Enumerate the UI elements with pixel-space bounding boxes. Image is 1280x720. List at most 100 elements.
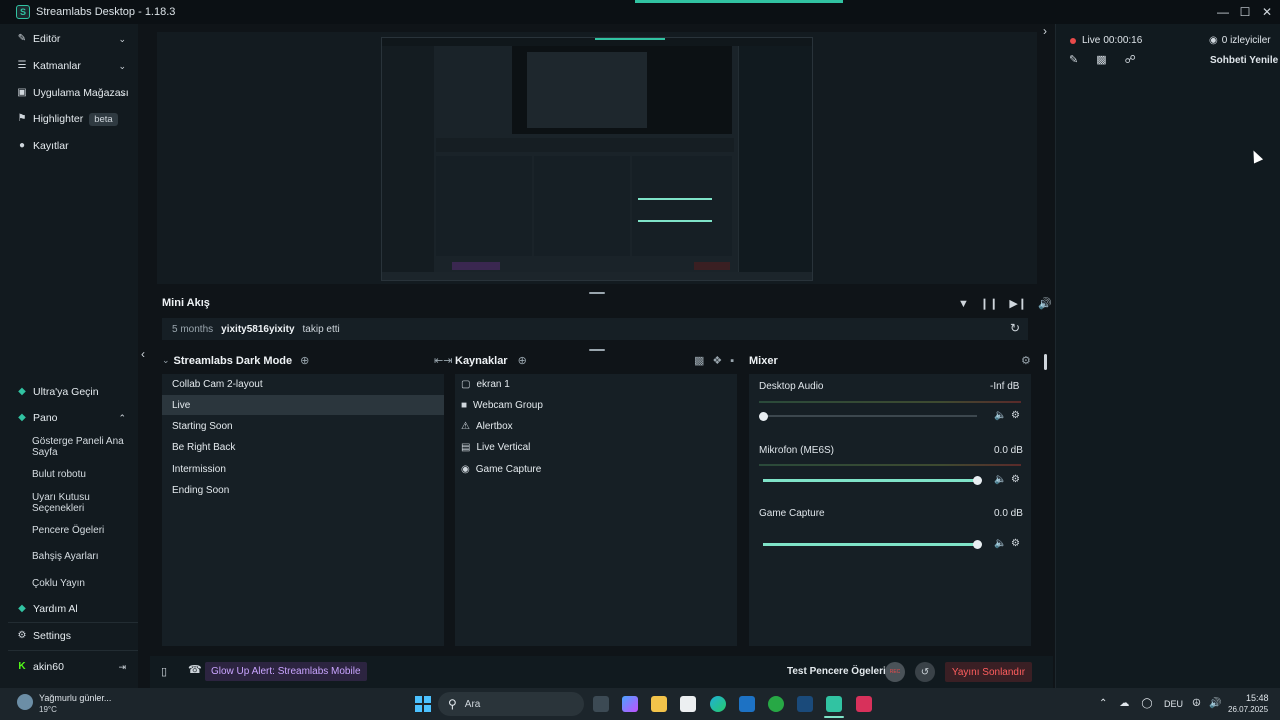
sidebar-subitem-alertbox-options[interactable]: Uyarı Kutusu Seçenekleri bbox=[32, 492, 132, 514]
scene-item[interactable]: Intermission bbox=[162, 459, 444, 479]
replay-buffer-icon[interactable]: ↺ bbox=[915, 662, 935, 682]
sidebar-subitem-tip-settings[interactable]: Bahşiş Ayarları bbox=[32, 551, 132, 562]
sidebar-item-help[interactable]: ◆ Yardım Al bbox=[0, 598, 138, 620]
weather-title[interactable]: Yağmurlu günler... bbox=[39, 693, 111, 703]
edit-stream-icon[interactable]: ✎ bbox=[1069, 53, 1078, 66]
volume-slider-knob[interactable] bbox=[759, 412, 768, 421]
gear-icon[interactable]: ⚙ bbox=[1011, 410, 1020, 421]
app-icon[interactable] bbox=[797, 696, 813, 712]
speaker-icon[interactable]: 🔊 bbox=[1209, 698, 1221, 709]
chevron-down-icon[interactable]: ⌄ bbox=[118, 34, 126, 45]
chevron-left-icon[interactable]: ‹ bbox=[141, 347, 145, 361]
chevron-down-icon[interactable]: ⌄ bbox=[118, 88, 126, 99]
source-item[interactable]: ◉ Game Capture bbox=[461, 459, 541, 479]
source-item[interactable]: ▢ ekran 1 bbox=[461, 374, 510, 394]
taskbar-search[interactable]: ⚲ Ara bbox=[438, 692, 584, 716]
source-item[interactable]: ▤ Live Vertical bbox=[461, 437, 530, 457]
alert-banner[interactable]: Glow Up Alert: Streamlabs Mobile bbox=[205, 662, 367, 681]
clock-time[interactable]: 15:48 bbox=[1246, 693, 1269, 703]
sidebar-subitem-widgets[interactable]: Pencere Ögeleri bbox=[32, 525, 132, 536]
refresh-chat-button[interactable]: Sohbeti Yenile bbox=[1210, 55, 1278, 66]
file-explorer-icon[interactable] bbox=[651, 696, 667, 712]
broadcast-icon[interactable]: ❖ bbox=[712, 354, 722, 367]
logout-icon[interactable]: ⇥ bbox=[118, 662, 126, 673]
add-folder-icon[interactable]: ▪ bbox=[730, 355, 734, 367]
share-icon[interactable]: ☍ bbox=[1125, 53, 1136, 66]
gear-icon[interactable]: ⚙ bbox=[1011, 538, 1020, 549]
sidebar-user[interactable]: K akin60 ⇥ bbox=[0, 656, 138, 678]
close-icon[interactable]: ✕ bbox=[1256, 1, 1278, 23]
chevron-up-icon[interactable]: ⌃ bbox=[1099, 698, 1107, 709]
task-view-icon[interactable] bbox=[593, 696, 609, 712]
scene-item-selected[interactable]: Live bbox=[162, 395, 444, 415]
scene-item[interactable]: Starting Soon bbox=[162, 416, 444, 436]
chevron-up-icon[interactable]: ⌃ bbox=[118, 413, 126, 424]
microphone-icon[interactable]: ◯ bbox=[1141, 698, 1152, 709]
scene-item[interactable]: Collab Cam 2-layout bbox=[162, 374, 444, 394]
refresh-icon[interactable]: ↻ bbox=[1010, 321, 1020, 335]
camera-icon[interactable]: ▩ bbox=[1096, 53, 1106, 66]
end-stream-button[interactable]: Yayını Sonlandır bbox=[945, 662, 1032, 682]
notification-icon[interactable]: ☎ bbox=[188, 663, 202, 676]
gear-icon[interactable]: ⚙ bbox=[1011, 474, 1020, 485]
volume-slider-knob[interactable] bbox=[973, 476, 982, 485]
add-scene-icon[interactable]: ⊕ bbox=[300, 354, 309, 367]
copilot-icon[interactable] bbox=[622, 696, 638, 712]
speaker-icon[interactable]: 🔈 bbox=[994, 538, 1006, 549]
sidebar-item-app-store[interactable]: ▣ Uygulama Mağazası ⌄ bbox=[0, 82, 138, 104]
pause-icon[interactable]: ❙❙ bbox=[980, 297, 998, 310]
filter-icon[interactable]: ▼ bbox=[958, 298, 969, 310]
store-icon[interactable] bbox=[680, 696, 696, 712]
scene-transitions-icon[interactable]: ⇤⇥ bbox=[434, 354, 452, 367]
weather-icon[interactable] bbox=[17, 694, 33, 710]
cloud-icon[interactable]: ☁ bbox=[1119, 698, 1129, 709]
source-item[interactable]: ⚠ Alertbox bbox=[461, 416, 513, 436]
sidebar-subitem-dashboard-home[interactable]: Gösterge Paneli Ana Sayfa bbox=[32, 436, 132, 458]
maximize-icon[interactable]: ☐ bbox=[1234, 1, 1256, 23]
speaker-icon[interactable]: 🔈 bbox=[994, 474, 1006, 485]
sidebar-item-ultra[interactable]: ◆ Ultra'ya Geçin bbox=[0, 381, 138, 403]
sidebar-item-settings[interactable]: ⚙ Settings bbox=[0, 625, 138, 647]
windows-start-icon[interactable] bbox=[415, 696, 431, 712]
chevron-down-icon[interactable]: ⌄ bbox=[162, 355, 170, 366]
streamlabs-taskbar-icon[interactable] bbox=[826, 696, 842, 712]
volume-icon[interactable]: 🔊 bbox=[1038, 297, 1052, 310]
sidebar-subitem-cloudbot[interactable]: Bulut robotu bbox=[32, 469, 132, 480]
sidebar-item-highlighter[interactable]: ⚑ Highlighter beta bbox=[0, 108, 138, 130]
sidebar-subitem-multistream[interactable]: Çoklu Yayın bbox=[32, 578, 132, 589]
volume-slider[interactable] bbox=[763, 543, 977, 546]
record-button[interactable]: REC bbox=[885, 662, 905, 682]
speaker-icon[interactable]: 🔈 bbox=[994, 410, 1006, 421]
volume-slider[interactable] bbox=[763, 415, 977, 417]
xbox-icon[interactable] bbox=[768, 696, 784, 712]
chevron-down-icon[interactable]: ⌄ bbox=[118, 61, 126, 72]
volume-slider[interactable] bbox=[763, 479, 977, 482]
scrollbar[interactable] bbox=[1044, 354, 1047, 370]
volume-slider-knob[interactable] bbox=[973, 540, 982, 549]
resize-handle[interactable] bbox=[589, 349, 605, 351]
sidebar-item-pano[interactable]: ◆ Pano ⌃ bbox=[0, 407, 138, 429]
wifi-icon[interactable]: ☮ bbox=[1192, 698, 1201, 709]
chevron-right-icon[interactable]: › bbox=[1043, 24, 1047, 38]
sidebar-item-layers[interactable]: ☰ Katmanlar ⌄ bbox=[0, 55, 138, 77]
scene-item[interactable]: Be Right Back bbox=[162, 437, 444, 457]
test-widgets-button[interactable]: Test Pencere Ögeleri bbox=[787, 666, 886, 677]
scene-item[interactable]: Ending Soon bbox=[162, 480, 444, 500]
scene-collection-title[interactable]: Streamlabs Dark Mode bbox=[174, 355, 293, 367]
resize-handle[interactable] bbox=[589, 292, 605, 294]
edge-browser-icon[interactable] bbox=[710, 696, 726, 712]
minimize-icon[interactable]: — bbox=[1212, 1, 1234, 23]
event-user[interactable]: yixity5816yixity bbox=[221, 324, 294, 335]
selective-recording-icon[interactable]: ▩ bbox=[694, 354, 704, 367]
outlook-icon[interactable] bbox=[739, 696, 755, 712]
add-source-icon[interactable]: ⊕ bbox=[518, 354, 527, 367]
sidebar-item-editor[interactable]: ✎ Editör ⌄ bbox=[0, 28, 138, 50]
skip-icon[interactable]: ▶❙ bbox=[1009, 297, 1027, 310]
app-icon[interactable] bbox=[856, 696, 872, 712]
source-item[interactable]: ■ Webcam Group bbox=[461, 395, 543, 415]
clock-date[interactable]: 26.07.2025 bbox=[1228, 705, 1268, 714]
sidebar-item-recordings[interactable]: ● Kayıtlar bbox=[0, 135, 138, 157]
language-indicator[interactable]: DEU bbox=[1164, 699, 1183, 709]
mixer-settings-gear-icon[interactable]: ⚙ bbox=[1021, 354, 1031, 367]
performance-icon[interactable]: ▯ bbox=[161, 665, 167, 678]
